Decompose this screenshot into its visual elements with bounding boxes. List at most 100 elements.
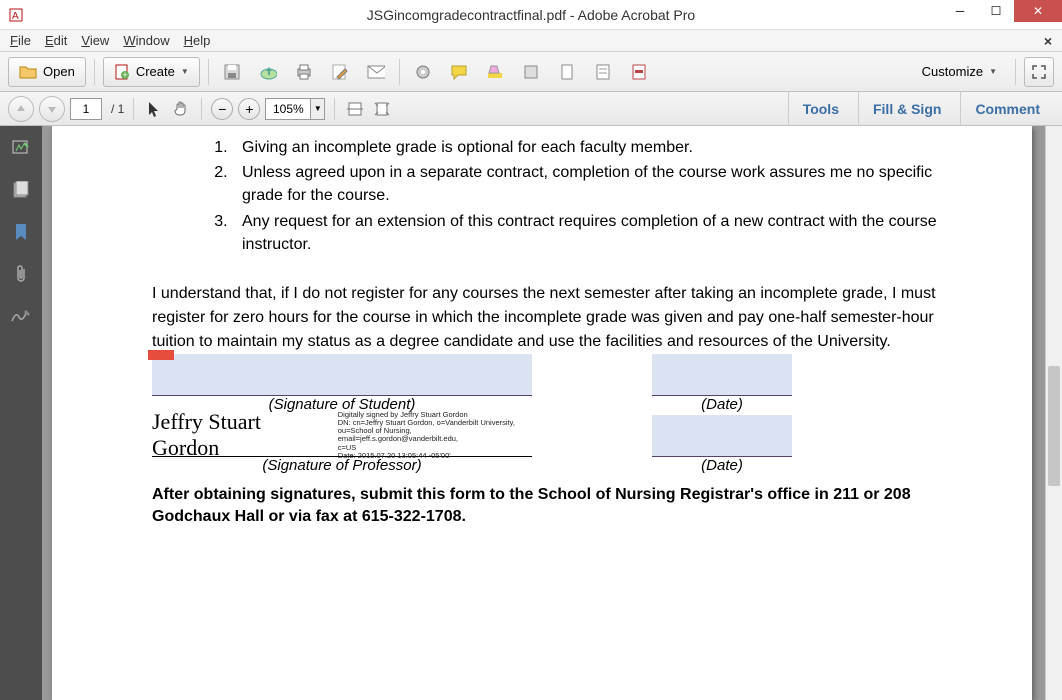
stamp-icon bbox=[522, 63, 540, 81]
menu-edit[interactable]: Edit bbox=[45, 33, 67, 48]
page-up-button[interactable] bbox=[8, 96, 34, 122]
save-icon bbox=[223, 63, 241, 81]
open-button[interactable]: Open bbox=[8, 57, 86, 87]
comment-panel-button[interactable]: Comment bbox=[960, 92, 1054, 126]
svg-text:A: A bbox=[12, 11, 19, 22]
chevron-down-icon[interactable]: ▼ bbox=[310, 99, 324, 119]
professor-date-field[interactable] bbox=[652, 415, 792, 457]
fit-page-icon bbox=[373, 101, 391, 117]
menubar-close-button[interactable]: × bbox=[1044, 33, 1052, 49]
date-caption: (Date) bbox=[652, 396, 792, 413]
signature-marker-icon bbox=[148, 350, 174, 360]
comment-bubble-button[interactable] bbox=[444, 57, 474, 87]
zoom-level-input[interactable]: ▼ bbox=[265, 98, 325, 120]
zoom-value[interactable] bbox=[266, 99, 310, 119]
digital-signature-stamp: Digitally signed by Jeffry Stuart Gordon… bbox=[338, 411, 532, 461]
page-icon bbox=[558, 63, 576, 81]
bookmark-icon bbox=[14, 223, 28, 241]
tools-panel-button[interactable]: Tools bbox=[788, 92, 853, 126]
create-button[interactable]: + Create ▼ bbox=[103, 57, 200, 87]
create-label: Create bbox=[136, 64, 175, 79]
workspace: Giving an incomplete grade is optional f… bbox=[0, 126, 1062, 700]
highlight-icon bbox=[486, 63, 504, 81]
signature-panel-icon bbox=[11, 138, 31, 158]
page-total-label: / 1 bbox=[111, 102, 124, 116]
customize-button[interactable]: Customize ▼ bbox=[912, 57, 1007, 87]
cursor-icon bbox=[146, 100, 162, 118]
expand-icon bbox=[1031, 64, 1047, 80]
folder-open-icon bbox=[19, 64, 37, 80]
chevron-down-icon: ▼ bbox=[181, 67, 189, 76]
list-item: Unless agreed upon in a separate contrac… bbox=[232, 161, 972, 207]
minimize-button[interactable]: ─ bbox=[942, 0, 978, 22]
highlight-button[interactable] bbox=[480, 57, 510, 87]
list-item: Giving an incomplete grade is optional f… bbox=[232, 136, 972, 159]
window-title: JSGincomgradecontractfinal.pdf - Adobe A… bbox=[367, 7, 695, 23]
chevron-down-icon: ▼ bbox=[989, 67, 997, 76]
settings-button[interactable] bbox=[408, 57, 438, 87]
cloud-button[interactable] bbox=[253, 57, 283, 87]
fullscreen-button[interactable] bbox=[1024, 57, 1054, 87]
fill-sign-panel-button[interactable]: Fill & Sign bbox=[858, 92, 955, 126]
menu-bar: File Edit View Window Help × bbox=[0, 30, 1062, 52]
menu-window[interactable]: Window bbox=[123, 33, 169, 48]
sidebar-bookmarks-button[interactable] bbox=[9, 220, 33, 244]
svg-text:+: + bbox=[122, 70, 127, 80]
fit-page-button[interactable] bbox=[371, 98, 393, 120]
student-signature-field[interactable] bbox=[152, 354, 532, 396]
form-button[interactable] bbox=[588, 57, 618, 87]
menu-view[interactable]: View bbox=[81, 33, 109, 48]
open-label: Open bbox=[43, 64, 75, 79]
edit-icon bbox=[331, 63, 349, 81]
zoom-in-button[interactable]: + bbox=[238, 98, 260, 120]
maximize-button[interactable]: ☐ bbox=[978, 0, 1014, 22]
form-icon bbox=[594, 63, 612, 81]
sidebar-attachments-button[interactable] bbox=[9, 262, 33, 286]
close-button[interactable]: ✕ bbox=[1014, 0, 1062, 22]
sidebar-sign-button[interactable] bbox=[9, 304, 33, 328]
print-button[interactable] bbox=[289, 57, 319, 87]
redact-icon bbox=[630, 63, 648, 81]
thumbnails-icon bbox=[12, 181, 30, 199]
save-button[interactable] bbox=[217, 57, 247, 87]
hand-tool-button[interactable] bbox=[170, 98, 192, 120]
document-viewport[interactable]: Giving an incomplete grade is optional f… bbox=[42, 126, 1062, 700]
attach-page-button[interactable] bbox=[552, 57, 582, 87]
redact-button[interactable] bbox=[624, 57, 654, 87]
main-toolbar: Open + Create ▼ Customize ▼ bbox=[0, 52, 1062, 92]
edit-text-button[interactable] bbox=[325, 57, 355, 87]
envelope-icon bbox=[367, 65, 385, 79]
professor-signature-name: Jeffry Stuart Gordon bbox=[152, 409, 332, 461]
sign-pen-icon bbox=[10, 308, 32, 324]
menu-help[interactable]: Help bbox=[184, 33, 211, 48]
create-pdf-icon: + bbox=[114, 64, 130, 80]
professor-signature-field[interactable]: Jeffry Stuart Gordon Digitally signed by… bbox=[152, 415, 532, 457]
footer-instruction: After obtaining signatures, submit this … bbox=[152, 484, 972, 529]
menu-file[interactable]: File bbox=[10, 33, 31, 48]
speech-bubble-icon bbox=[450, 64, 468, 80]
fit-width-icon bbox=[346, 101, 364, 117]
pdf-page: Giving an incomplete grade is optional f… bbox=[52, 126, 1032, 700]
student-date-field[interactable] bbox=[652, 354, 792, 396]
zoom-out-button[interactable]: − bbox=[211, 98, 233, 120]
paperclip-icon bbox=[13, 264, 29, 284]
paragraph: I understand that, if I do not register … bbox=[152, 282, 972, 354]
date-caption: (Date) bbox=[652, 457, 792, 474]
nav-toolbar: / 1 − + ▼ Tools Fill & Sign Comment bbox=[0, 92, 1062, 126]
customize-label: Customize bbox=[922, 64, 983, 79]
email-button[interactable] bbox=[361, 57, 391, 87]
arrow-down-icon bbox=[46, 103, 58, 115]
sidebar-thumbnails-button[interactable] bbox=[9, 178, 33, 202]
gear-icon bbox=[414, 63, 432, 81]
print-icon bbox=[295, 63, 313, 81]
sidebar-signatures-button[interactable] bbox=[9, 136, 33, 160]
selection-tool-button[interactable] bbox=[143, 98, 165, 120]
list-item: Any request for an extension of this con… bbox=[232, 210, 972, 256]
scrollbar-thumb[interactable] bbox=[1048, 366, 1060, 486]
stamp-button[interactable] bbox=[516, 57, 546, 87]
window-titlebar: A JSGincomgradecontractfinal.pdf - Adobe… bbox=[0, 0, 1062, 30]
vertical-scrollbar[interactable] bbox=[1045, 126, 1062, 700]
page-down-button[interactable] bbox=[39, 96, 65, 122]
page-number-input[interactable] bbox=[70, 98, 102, 120]
fit-width-button[interactable] bbox=[344, 98, 366, 120]
